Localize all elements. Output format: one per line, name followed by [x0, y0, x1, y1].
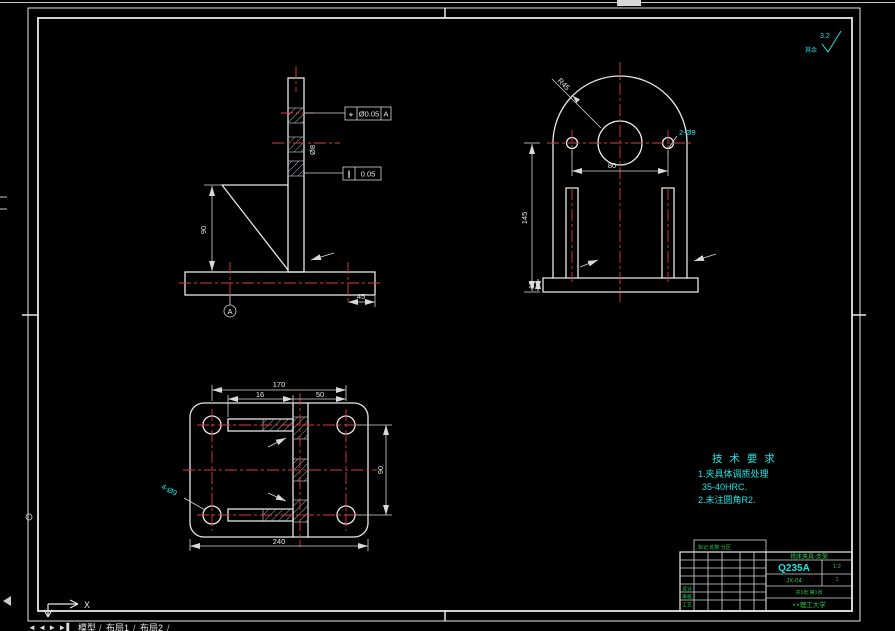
view-direction-arrow	[310, 252, 335, 261]
title-block-ext-note: 标记 处数 分区	[698, 544, 731, 551]
datum-symbol: A	[223, 296, 237, 318]
bolt-holes-callout: 2-Ø9	[679, 128, 696, 137]
side-view: 145 80 10 R45 2-Ø9	[520, 62, 717, 302]
material-grade: Q235A	[778, 563, 810, 574]
tab-model[interactable]: 模型	[78, 623, 96, 631]
dim-width-240: 240	[273, 537, 286, 546]
part-name: 铣床夹具-支架	[790, 553, 828, 561]
drawing-number: JX-04	[786, 579, 802, 585]
top-view: 170 16 50 90 240 4-Ø9	[160, 380, 392, 551]
tab-layout2[interactable]: 布局2	[140, 622, 163, 631]
row-label-process: 工艺	[682, 603, 692, 609]
corner-holes-callout: 4-Ø9	[160, 482, 179, 498]
front-view: 90 45 Ø8 ⌖ Ø0.05 A ∥ 0.05 A	[179, 66, 392, 318]
tech-req-line3: 2.未注圆角R2.	[698, 494, 756, 505]
row-label-check: 审核	[682, 594, 692, 601]
dim-slot-16: 16	[256, 390, 264, 399]
technical-requirements: 技 术 要 求 1.夹具体调质处理 35-40HRC. 2.未注圆角R2.	[698, 452, 777, 505]
top-toolbar-remnant	[0, 0, 895, 6]
dim-hole-spacing-170: 170	[273, 380, 286, 389]
radius-callout: R45	[556, 76, 572, 92]
drawing-frame	[22, 7, 866, 622]
tech-req-line2: 35-40HRC.	[702, 482, 747, 492]
hole-callout: Ø8	[308, 145, 317, 155]
weld-arrow	[579, 259, 599, 268]
gdt-parallel-frame: ∥ 0.05	[304, 166, 382, 181]
datum-letter: A	[227, 307, 232, 316]
quantity-value: 1	[835, 577, 838, 583]
centerlines	[547, 62, 693, 302]
dim-base-45: 45	[357, 292, 365, 301]
view-direction-arrow	[693, 253, 717, 262]
tab-separator: /	[99, 623, 102, 631]
dim-hole-spacing-90: 90	[376, 466, 385, 474]
ucs-icon: X	[43, 599, 90, 618]
surface-roughness-note: 其余 3.2	[805, 30, 842, 54]
layout-tab-bar: ◄ ◄ ► ►▌ 模型 / 布局1 / 布局2 /	[28, 622, 170, 631]
gdt-position-symbol-icon: ⌖	[349, 110, 354, 119]
gdt-parallel-symbol-icon: ∥	[347, 170, 351, 179]
roughness-rest-label: 其余	[805, 46, 817, 54]
gdt-position-frame: ⌖ Ø0.05 A	[304, 106, 392, 121]
organization-name: ××理工大学	[792, 600, 826, 609]
tab-layout1[interactable]: 布局1	[106, 622, 129, 631]
tech-req-line1: 1.夹具体调质处理	[698, 468, 769, 479]
tab-separator: /	[133, 623, 136, 631]
sheet-info: 共1张 第1张	[796, 589, 823, 596]
gusset-rib	[221, 184, 289, 271]
weld-arrow	[267, 492, 287, 502]
dim-height-145: 145	[520, 212, 529, 225]
cad-canvas[interactable]: 其余 3.2 90 45 Ø8 ⌖ Ø0.05 A ∥ 0.05 A 145 8…	[0, 0, 895, 631]
dim-base-thickness-10: 10	[527, 281, 536, 289]
dim-hole-spacing-80: 80	[608, 161, 616, 170]
ucs-x-label: X	[84, 600, 90, 610]
roughness-value: 3.2	[820, 33, 830, 40]
row-label-design: 设计	[682, 586, 692, 593]
cad-application-window: 其余 3.2 90 45 Ø8 ⌖ Ø0.05 A ∥ 0.05 A 145 8…	[0, 0, 895, 631]
dim-height-90: 90	[199, 226, 208, 234]
gdt-position-datum: A	[383, 110, 388, 119]
tab-nav-buttons[interactable]: ◄ ◄ ► ►▌	[28, 622, 72, 631]
left-edge-ui-remnant	[0, 196, 7, 210]
title-block: 标记 处数 分区 铣床夹具-支架 Q235A 1:2 1 JX-04 共1张 第…	[679, 539, 853, 612]
gdt-parallel-tolerance: 0.05	[361, 170, 376, 179]
scroll-left-arrow-icon[interactable]	[3, 596, 11, 606]
base-plate-section	[184, 271, 376, 296]
gdt-position-tolerance: Ø0.05	[359, 110, 379, 119]
dim-offset-50: 50	[316, 390, 324, 399]
base-plate	[542, 277, 699, 293]
scale-value: 1:2	[833, 564, 841, 570]
tech-req-title: 技 术 要 求	[712, 452, 777, 465]
tab-separator: /	[167, 623, 170, 631]
weld-arrow	[267, 437, 287, 448]
